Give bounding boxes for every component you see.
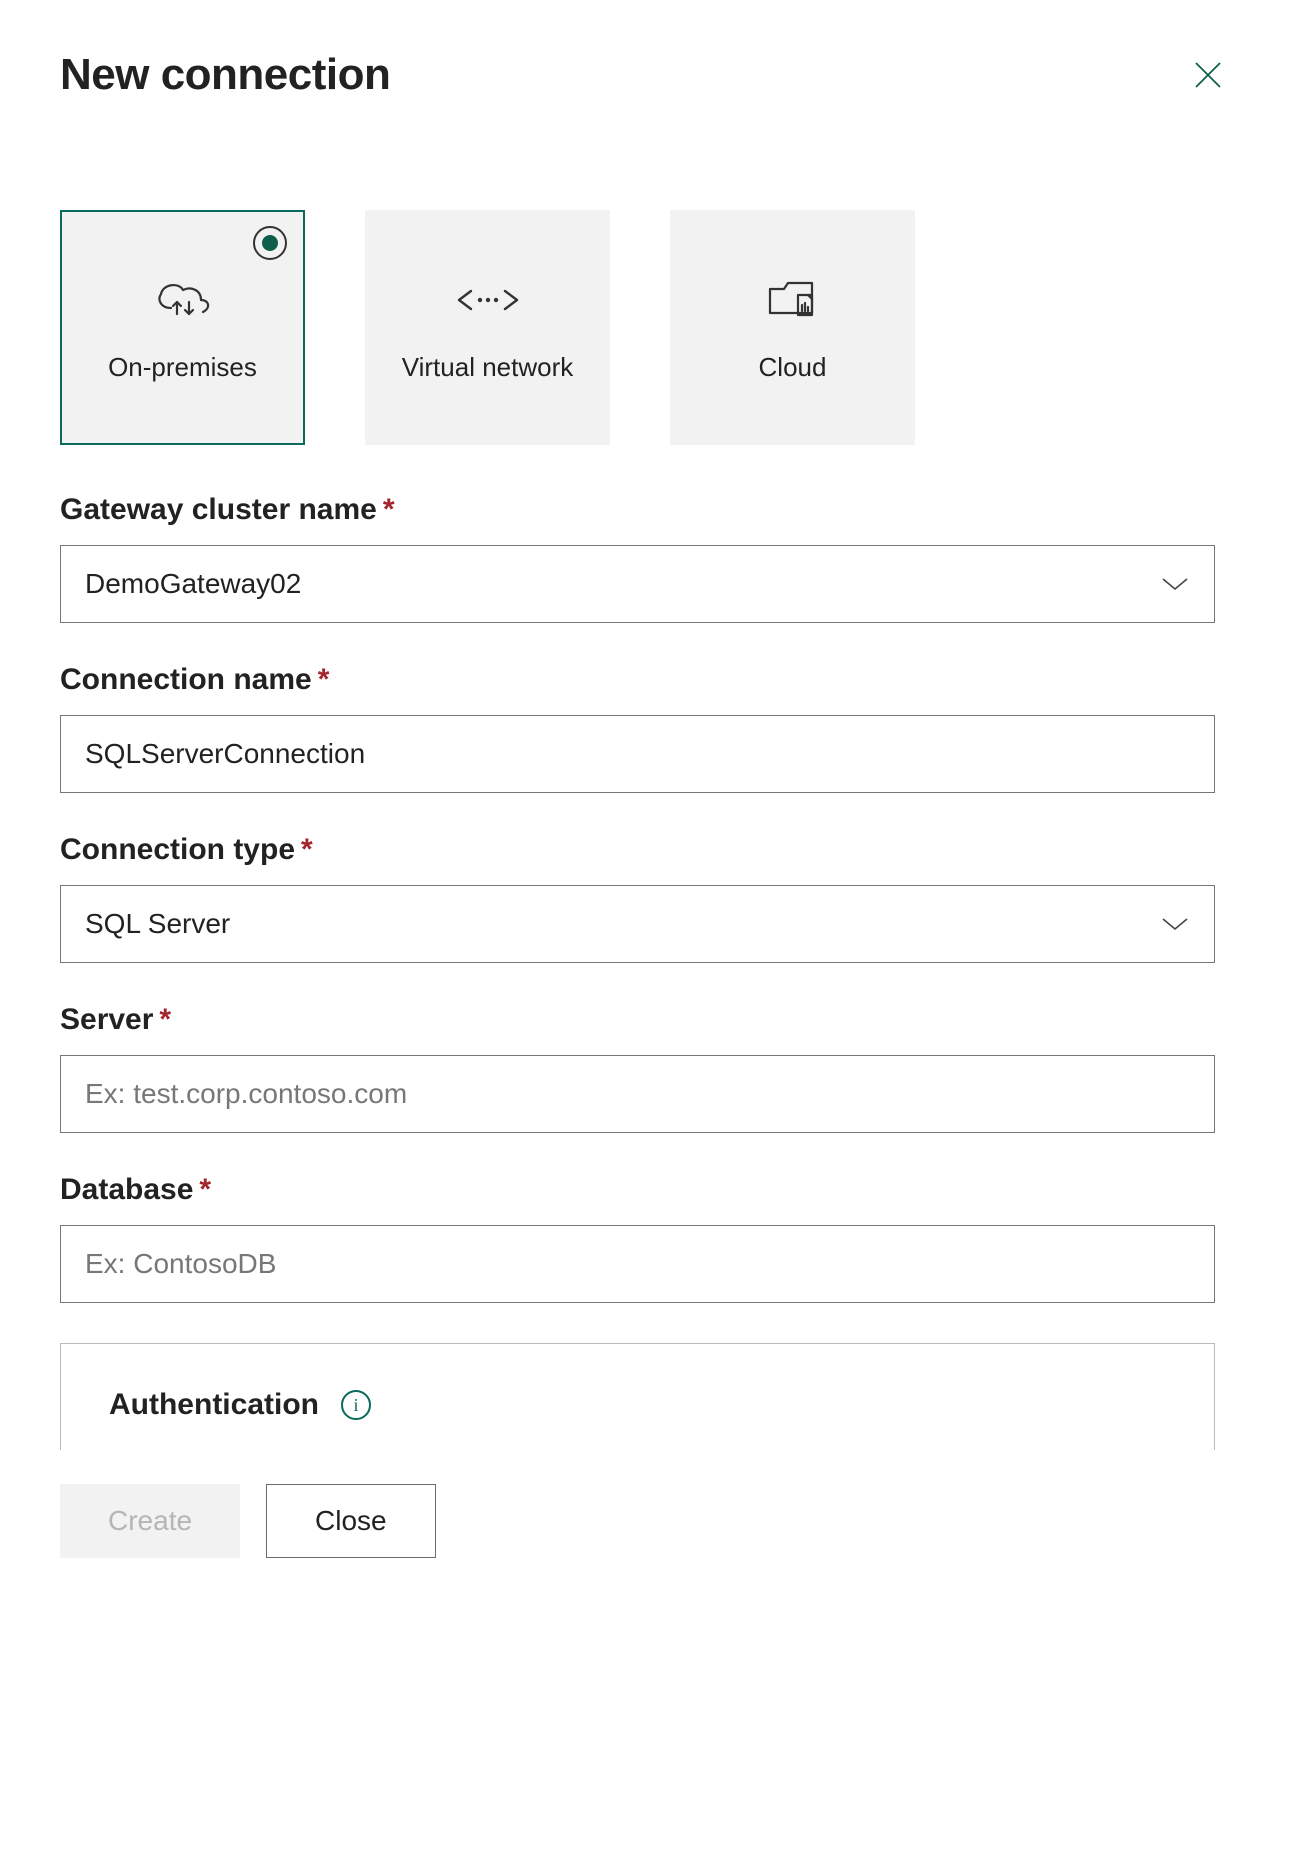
close-button[interactable]: Close xyxy=(266,1484,436,1558)
card-label: Cloud xyxy=(741,350,845,385)
connection-name-input[interactable] xyxy=(60,715,1215,793)
label-text: Connection name xyxy=(60,663,312,696)
authentication-section: Authentication i xyxy=(60,1343,1215,1450)
card-on-premises[interactable]: On-premises xyxy=(60,210,305,445)
cloud-sync-icon xyxy=(151,270,215,330)
close-icon[interactable] xyxy=(1186,53,1230,97)
card-cloud[interactable]: Cloud xyxy=(670,210,915,445)
chevron-down-icon xyxy=(1160,908,1190,940)
field-database: Database* xyxy=(60,1173,1230,1303)
field-connection-name: Connection name* xyxy=(60,663,1230,793)
footer-actions: Create Close xyxy=(60,1484,1230,1558)
info-icon[interactable]: i xyxy=(341,1390,371,1420)
required-mark: * xyxy=(318,663,330,696)
card-label: Virtual network xyxy=(384,350,592,385)
field-label: Server* xyxy=(60,1003,1230,1037)
page-title: New connection xyxy=(60,50,390,100)
label-text: Server xyxy=(60,1003,153,1036)
gateway-cluster-select[interactable]: DemoGateway02 xyxy=(60,545,1215,623)
authentication-heading: Authentication xyxy=(109,1388,319,1422)
connection-type-select[interactable]: SQL Server xyxy=(60,885,1215,963)
card-virtual-network[interactable]: Virtual network xyxy=(365,210,610,445)
connection-locality-cards: On-premises Virtual network Clo xyxy=(60,210,1230,445)
radio-indicator xyxy=(253,226,287,260)
required-mark: * xyxy=(199,1173,211,1206)
create-button[interactable]: Create xyxy=(60,1484,240,1558)
label-text: Database xyxy=(60,1173,193,1206)
field-label: Gateway cluster name* xyxy=(60,493,1230,527)
select-value: DemoGateway02 xyxy=(85,568,301,600)
label-text: Connection type xyxy=(60,833,295,866)
card-label: On-premises xyxy=(90,350,275,385)
field-gateway-cluster-name: Gateway cluster name* DemoGateway02 xyxy=(60,493,1230,623)
label-text: Gateway cluster name xyxy=(60,493,377,526)
virtual-network-icon xyxy=(455,270,521,330)
required-mark: * xyxy=(383,493,395,526)
field-label: Database* xyxy=(60,1173,1230,1207)
panel-header: New connection xyxy=(60,50,1230,100)
chevron-down-icon xyxy=(1160,568,1190,600)
required-mark: * xyxy=(301,833,313,866)
required-mark: * xyxy=(159,1003,171,1036)
field-label: Connection name* xyxy=(60,663,1230,697)
field-label: Connection type* xyxy=(60,833,1230,867)
database-input[interactable] xyxy=(60,1225,1215,1303)
cloud-file-icon xyxy=(764,270,822,330)
field-server: Server* xyxy=(60,1003,1230,1133)
select-value: SQL Server xyxy=(85,908,230,940)
field-connection-type: Connection type* SQL Server xyxy=(60,833,1230,963)
server-input[interactable] xyxy=(60,1055,1215,1133)
